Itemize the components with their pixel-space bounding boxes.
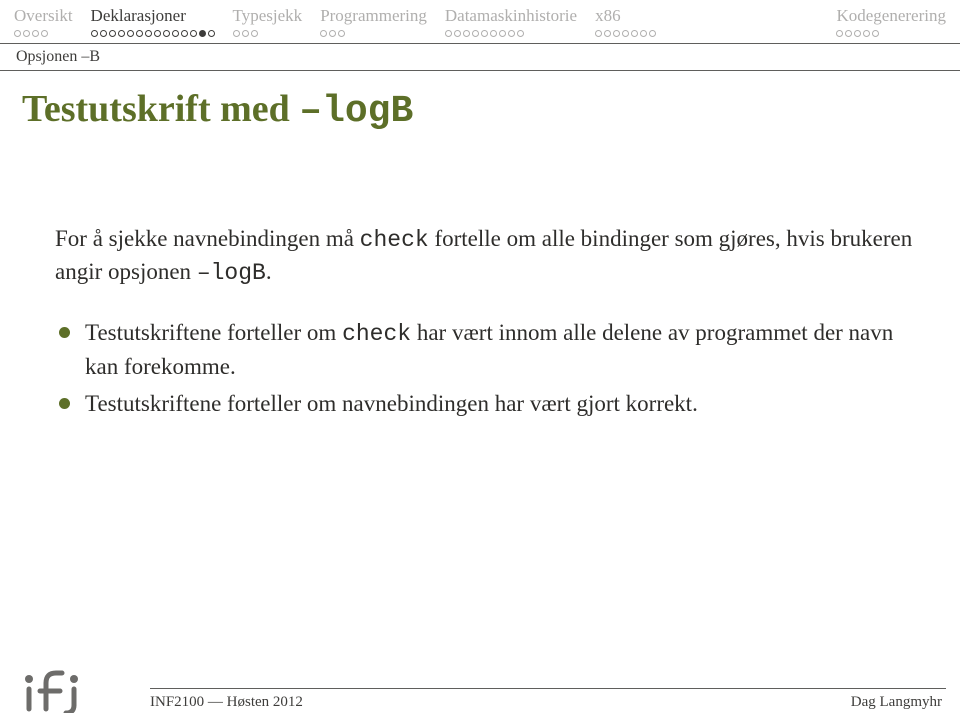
nav-label: Deklarasjoner (91, 6, 215, 28)
code: check (342, 321, 411, 347)
nav-progress-dots (595, 30, 656, 37)
beam-nav: Oversikt Deklarasjoner Typesjekk Program… (0, 0, 960, 37)
text: Testutskriftene forteller om (85, 320, 342, 345)
nav-label: Programmering (320, 6, 427, 28)
nav-label: Typesjekk (233, 6, 303, 28)
nav-deklarasjoner[interactable]: Deklarasjoner (91, 6, 215, 37)
footer: INF2100 — Høsten 2012 Dag Langmyhr (0, 659, 960, 719)
text: . (266, 259, 272, 284)
footer-course: INF2100 — Høsten 2012 (150, 694, 303, 711)
title-flag: –logB (299, 90, 413, 133)
ifi-logo-icon (14, 665, 129, 713)
paragraph: For å sjekke navnebindingen må check for… (55, 223, 915, 289)
nav-label: Datamaskinhistorie (445, 6, 577, 28)
nav-progress-dots (233, 30, 303, 37)
text: Testutskriftene forteller om navnebindin… (85, 391, 698, 416)
nav-progress-dots (836, 30, 946, 37)
code: check (360, 227, 429, 253)
slide-title: Testutskrift med –logB (0, 71, 960, 133)
nav-progress-dots (320, 30, 427, 37)
nav-datamaskinhistorie[interactable]: Datamaskinhistorie (445, 6, 577, 37)
list-item: Testutskriftene forteller om navnebindin… (55, 388, 915, 421)
nav-label: x86 (595, 6, 656, 28)
title-text: Testutskrift med (22, 88, 299, 130)
code: –logB (197, 260, 266, 286)
nav-programmering[interactable]: Programmering (320, 6, 427, 37)
bullet-list: Testutskriftene forteller om check har v… (55, 317, 915, 420)
nav-kodegenerering[interactable]: Kodegenerering (836, 6, 946, 37)
nav-x86[interactable]: x86 (595, 6, 656, 37)
subsection-label: Opsjonen –B (0, 44, 960, 70)
nav-oversikt[interactable]: Oversikt (14, 6, 73, 37)
slide-body: For å sjekke navnebindingen må check for… (0, 133, 960, 420)
footer-author: Dag Langmyhr (851, 694, 942, 711)
footer-divider (150, 688, 946, 689)
nav-progress-dots (14, 30, 73, 37)
nav-progress-dots (91, 30, 215, 37)
nav-label: Kodegenerering (836, 6, 946, 28)
nav-label: Oversikt (14, 6, 73, 28)
text: For å sjekke navnebindingen må (55, 226, 360, 251)
nav-progress-dots (445, 30, 577, 37)
list-item: Testutskriftene forteller om check har v… (55, 317, 915, 381)
nav-typesjekk[interactable]: Typesjekk (233, 6, 303, 37)
